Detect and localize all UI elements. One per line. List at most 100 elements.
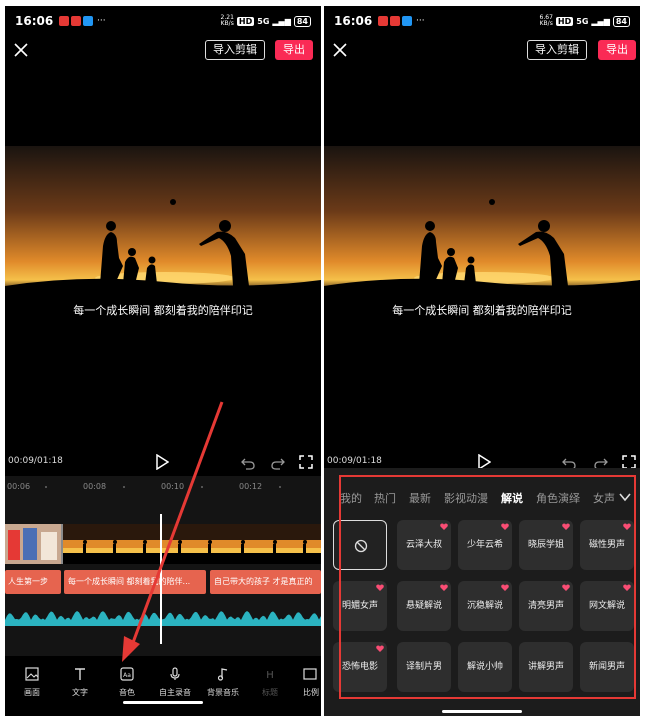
tool-record[interactable]: 自主录音 xyxy=(155,667,195,698)
tool-text[interactable]: 文字 xyxy=(60,667,100,698)
timeline[interactable]: 00:06 00:08 00:10 00:12 人生第一步 每一个成长瞬间 都刻… xyxy=(5,476,321,656)
video-subtitle: 每一个成长瞬间 都刻着我的陪伴印记 xyxy=(73,303,253,317)
tab-film-anime[interactable]: 影视动漫 xyxy=(444,490,488,506)
tab-role-play[interactable]: 角色演绎 xyxy=(536,490,580,506)
image-icon xyxy=(25,667,39,681)
sunset-family-image: 每一个成长瞬间 都刻着我的陪伴印记 xyxy=(5,146,321,332)
undo-icon[interactable] xyxy=(241,456,255,470)
voice-option[interactable]: 磁性男声 xyxy=(580,520,634,570)
playback-controls: 00:09/01:18 xyxy=(5,450,321,474)
tool-heading[interactable]: H 标题 xyxy=(250,667,290,698)
voice-category-tabs[interactable]: 我的 热门 最新 影视动漫 解说 角色演绎 女声 xyxy=(324,490,640,508)
export-button[interactable]: 导出 xyxy=(275,40,313,60)
signal-5g-icon: 5G xyxy=(576,16,589,26)
export-button[interactable]: 导出 xyxy=(598,40,636,60)
voice-label: 晓辰学姐 xyxy=(527,540,564,550)
ratio-icon xyxy=(303,668,317,680)
bottom-toolbar: 画面 文字 Aa 音色 自主录音 背景音乐 H 标题 比例 xyxy=(5,661,321,707)
heart-icon xyxy=(501,584,509,591)
home-indicator xyxy=(442,710,522,713)
tool-label: 背景音乐 xyxy=(207,688,239,697)
voice-option[interactable]: 恐怖电影 xyxy=(333,642,387,692)
caption-track[interactable]: 人生第一步 每一个成长瞬间 都刻着我的陪伴... 自己带大的孩子 才是真正的 xyxy=(5,570,321,596)
battery-icon: 84 xyxy=(612,15,630,27)
chevron-down-icon[interactable] xyxy=(618,490,632,504)
play-icon[interactable] xyxy=(155,454,169,470)
voice-option-none[interactable] xyxy=(333,520,387,570)
tab-female[interactable]: 女声 xyxy=(593,490,615,506)
sunset-family-image: 每一个成长瞬间 都刻着我的陪伴印记 xyxy=(324,146,640,332)
caption-clip[interactable]: 人生第一步 xyxy=(5,570,61,594)
voice-label: 少年云希 xyxy=(466,540,503,550)
video-preview[interactable]: 每一个成长瞬间 都刻着我的陪伴印记 xyxy=(324,146,640,332)
hd-badge: HD xyxy=(236,16,255,26)
voice-option[interactable]: 网文解说 xyxy=(580,581,634,631)
caption-clip[interactable]: 每一个成长瞬间 都刻着我的陪伴... xyxy=(64,570,206,594)
tool-voice-tone[interactable]: Aa 音色 xyxy=(107,667,147,698)
tool-music[interactable]: 背景音乐 xyxy=(203,667,243,698)
voice-option[interactable]: 解说小帅 xyxy=(458,642,512,692)
heart-icon xyxy=(376,645,384,652)
app-notification-icon xyxy=(59,16,69,26)
ruler-dot xyxy=(45,486,47,488)
heading-icon: H xyxy=(266,670,274,681)
voice-option[interactable]: 清亮男声 xyxy=(519,581,573,631)
video-track[interactable] xyxy=(5,522,321,566)
svg-text:Aa: Aa xyxy=(123,672,131,679)
video-clip-thumbnails xyxy=(5,524,321,564)
voice-option[interactable]: 讲解男声 xyxy=(519,642,573,692)
import-clip-button[interactable]: 导入剪辑 xyxy=(205,40,265,60)
voice-option[interactable]: 译制片男 xyxy=(397,642,451,692)
voice-tone-panel: 我的 热门 最新 影视动漫 解说 角色演绎 女声 云泽大叔 少年云希 晓辰学姐 … xyxy=(324,468,640,716)
video-subtitle: 每一个成长瞬间 都刻着我的陪伴印记 xyxy=(392,303,572,317)
ruler-dot xyxy=(123,486,125,488)
tab-hot[interactable]: 热门 xyxy=(374,490,396,506)
status-time: 16:06 xyxy=(334,14,373,28)
microphone-icon xyxy=(170,667,180,680)
import-clip-button[interactable]: 导入剪辑 xyxy=(527,40,587,60)
voice-option[interactable]: 晓辰学姐 xyxy=(519,520,573,570)
net-unit: KB/s xyxy=(539,20,553,27)
none-icon xyxy=(354,539,368,553)
ruler-dot xyxy=(279,486,281,488)
voice-option[interactable]: 沉稳解说 xyxy=(458,581,512,631)
tool-label: 比例 xyxy=(303,688,319,697)
voice-label: 云泽大叔 xyxy=(405,540,442,550)
app-notification-icon xyxy=(83,16,93,26)
tab-latest[interactable]: 最新 xyxy=(409,490,431,506)
fullscreen-icon[interactable] xyxy=(299,455,313,469)
voice-option[interactable]: 云泽大叔 xyxy=(397,520,451,570)
tab-commentary[interactable]: 解说 xyxy=(501,490,523,506)
tab-mine[interactable]: 我的 xyxy=(340,490,362,506)
heart-icon xyxy=(376,584,384,591)
tool-label: 自主录音 xyxy=(159,688,191,697)
tool-picture[interactable]: 画面 xyxy=(12,667,52,698)
ruler-tick-label: 00:06 xyxy=(7,482,31,491)
app-notification-icon xyxy=(378,16,388,26)
voice-label: 沉稳解说 xyxy=(466,601,503,611)
tool-ratio[interactable]: 比例 xyxy=(297,667,321,698)
fullscreen-icon[interactable] xyxy=(622,455,636,469)
redo-icon[interactable] xyxy=(271,456,285,470)
voice-label: 解说小帅 xyxy=(466,662,503,672)
voice-option[interactable]: 明媚女声 xyxy=(333,581,387,631)
heart-icon xyxy=(562,523,570,530)
playhead[interactable] xyxy=(160,514,162,644)
hd-badge: HD xyxy=(555,16,574,26)
audio-waveform[interactable] xyxy=(5,604,321,626)
editor-screen-right: 16:06 ··· 6.67KB/s HD 5G ▂▄▆ 84 导入剪辑 导出 xyxy=(324,6,640,716)
close-icon[interactable] xyxy=(332,42,348,58)
status-bar: 16:06 ··· 6.67 KB/s HD 5G ▂▄▆ 84 xyxy=(324,12,640,34)
svg-text:H: H xyxy=(266,670,274,681)
voice-option[interactable]: 新闻男声 xyxy=(580,642,634,692)
video-preview[interactable]: 每一个成长瞬间 都刻着我的陪伴印记 xyxy=(5,146,321,332)
caption-clip[interactable]: 自己带大的孩子 才是真正的 xyxy=(210,570,321,594)
heart-icon xyxy=(623,584,631,591)
close-icon[interactable] xyxy=(13,42,29,58)
voice-option[interactable]: 悬疑解说 xyxy=(397,581,451,631)
net-unit: KB/s xyxy=(220,20,234,27)
voice-option[interactable]: 少年云希 xyxy=(458,520,512,570)
more-notifications-icon: ··· xyxy=(416,16,425,26)
tool-label: 文字 xyxy=(72,688,88,697)
tool-label: 标题 xyxy=(262,688,278,697)
